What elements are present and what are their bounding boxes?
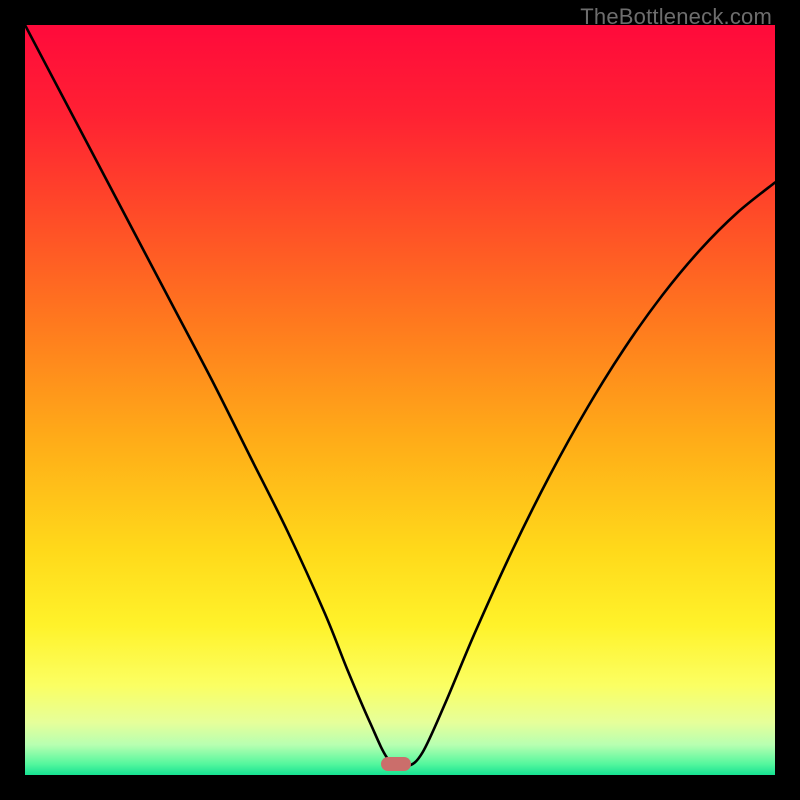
gradient-background [25, 25, 775, 775]
plot-svg [25, 25, 775, 775]
chart-frame: TheBottleneck.com [0, 0, 800, 800]
watermark-text: TheBottleneck.com [580, 4, 772, 30]
plot-area [25, 25, 775, 775]
optimal-marker [381, 757, 411, 771]
